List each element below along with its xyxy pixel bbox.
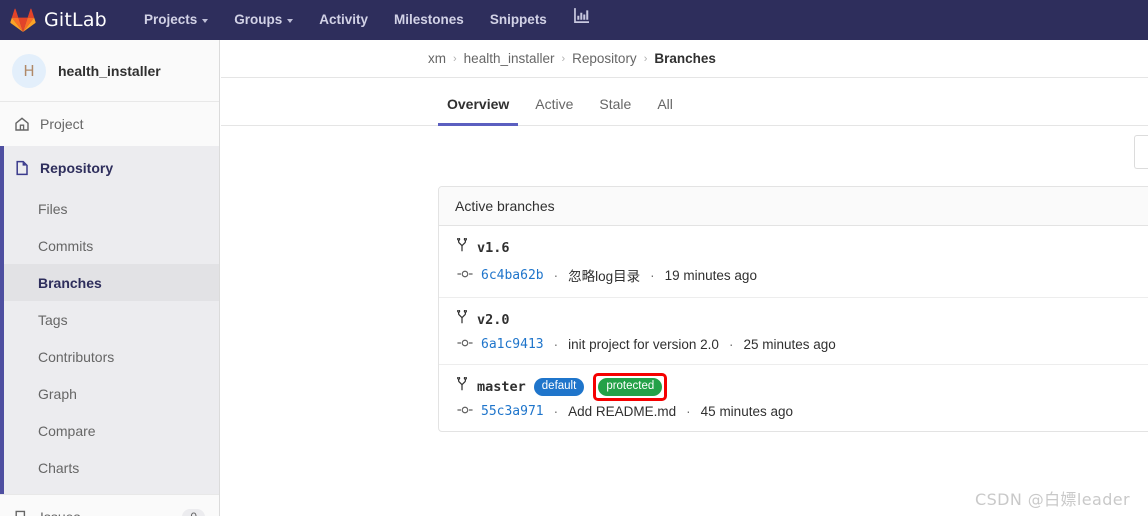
- separator: ·: [553, 267, 559, 283]
- analytics-button[interactable]: [560, 0, 601, 40]
- commit-time: 45 minutes ago: [700, 404, 793, 419]
- active-branches-card: Active branches v1.6 6c4ba62b · 忽略log目录 …: [438, 186, 1148, 432]
- breadcrumb-separator-icon: ›: [453, 52, 457, 65]
- breadcrumb-item-branches: Branches: [654, 51, 716, 66]
- branch-row: master default protected 55c3a971 · Add …: [439, 365, 1148, 431]
- tab-active[interactable]: Active: [526, 96, 582, 126]
- avatar: H: [12, 53, 46, 88]
- branch-name[interactable]: master: [477, 379, 526, 395]
- gitlab-home-link[interactable]: GitLab: [10, 8, 107, 32]
- separator: ·: [650, 267, 655, 283]
- branch-name-line: v2.0: [455, 309, 1148, 330]
- commit-time: 19 minutes ago: [664, 267, 757, 283]
- sidebar-item-compare[interactable]: Compare: [4, 412, 219, 449]
- status-badge-protected: protected: [598, 377, 663, 397]
- separator: ·: [728, 337, 734, 352]
- repository-subnav: Files Commits Branches Tags Contributors…: [0, 190, 219, 494]
- tab-all[interactable]: All: [648, 96, 682, 126]
- sidebar-item-branches[interactable]: Branches: [4, 264, 219, 301]
- breadcrumb: xm › health_installer › Repository › Bra…: [221, 40, 1148, 78]
- branch-row: v1.6 6c4ba62b · 忽略log目录 · 19 minutes ago: [439, 226, 1148, 298]
- commit-sha-link[interactable]: 6c4ba62b: [481, 268, 544, 283]
- branch-name-line: master default protected: [455, 372, 1148, 402]
- chevron-down-icon: [202, 19, 209, 23]
- sidebar-item-repository[interactable]: Repository: [0, 146, 219, 190]
- sidebar-item-issues-content: Issues: [14, 509, 80, 516]
- branch-filter-tabs: Overview Active Stale All: [221, 78, 1148, 126]
- tab-stale[interactable]: Stale: [590, 96, 640, 126]
- branch-commit-line: 55c3a971 · Add README.md · 45 minutes ag…: [455, 404, 1148, 419]
- main-content: xm › health_installer › Repository › Bra…: [221, 40, 1148, 516]
- commit-node-icon: [457, 268, 473, 283]
- issues-icon: [14, 509, 30, 516]
- breadcrumb-item-repository[interactable]: Repository: [572, 51, 637, 66]
- sidebar-item-tags[interactable]: Tags: [4, 301, 219, 338]
- status-badge-default: default: [533, 377, 585, 397]
- watermark: CSDN @白嫖leader: [975, 490, 1130, 509]
- nav-link-activity[interactable]: Activity: [306, 0, 381, 40]
- gitlab-fox-logo-icon: [10, 8, 36, 32]
- sidebar-item-charts[interactable]: Charts: [4, 449, 219, 486]
- nav-link-groups-label: Groups: [234, 12, 283, 27]
- branch-commit-line: 6a1c9413 · init project for version 2.0 …: [455, 337, 1148, 352]
- nav-link-projects[interactable]: Projects: [131, 0, 221, 40]
- branch-fork-icon: [455, 309, 469, 330]
- left-sidebar: H health_installer Project Repository Fi…: [0, 40, 220, 516]
- breadcrumb-item-group[interactable]: xm: [428, 51, 446, 66]
- separator: ·: [553, 337, 559, 352]
- tab-overview[interactable]: Overview: [438, 96, 519, 126]
- card-header-title: Active branches: [439, 187, 1148, 226]
- branch-name[interactable]: v2.0: [477, 312, 510, 328]
- nav-link-milestones[interactable]: Milestones: [381, 0, 477, 40]
- branch-name[interactable]: v1.6: [477, 240, 510, 256]
- overflow-edge-button[interactable]: [1134, 135, 1148, 169]
- brand-name: GitLab: [44, 9, 107, 31]
- commit-message[interactable]: init project for version 2.0: [568, 337, 719, 352]
- branch-name-line: v1.6: [455, 237, 1148, 258]
- sidebar-item-project[interactable]: Project: [0, 102, 219, 146]
- top-navbar: GitLab Projects Groups Activity Mileston…: [0, 0, 1148, 40]
- navbar-links: Projects Groups Activity Milestones Snip…: [131, 0, 601, 40]
- branch-fork-icon: [455, 237, 469, 258]
- sidebar-item-files[interactable]: Files: [4, 190, 219, 227]
- chevron-down-icon: [287, 19, 294, 23]
- sidebar-item-repository-label: Repository: [40, 160, 114, 176]
- commit-time: 25 minutes ago: [743, 337, 836, 352]
- commit-message[interactable]: 忽略log目录: [568, 265, 640, 285]
- sidebar-item-issues-label: Issues: [40, 509, 80, 516]
- nav-link-projects-label: Projects: [143, 12, 198, 27]
- separator: ·: [553, 404, 559, 419]
- home-icon: [14, 116, 30, 132]
- commit-sha-link[interactable]: 6a1c9413: [481, 337, 544, 352]
- sidebar-item-project-label: Project: [40, 116, 84, 132]
- branch-commit-line: 6c4ba62b · 忽略log目录 · 19 minutes ago: [455, 265, 1148, 285]
- sidebar-item-graph[interactable]: Graph: [4, 375, 219, 412]
- nav-link-groups[interactable]: Groups: [221, 0, 306, 40]
- separator: ·: [686, 404, 691, 419]
- issues-count-badge: 0: [182, 508, 205, 516]
- nav-link-snippets[interactable]: Snippets: [477, 0, 560, 40]
- breadcrumb-separator-icon: ›: [561, 52, 566, 65]
- branch-row: v2.0 6a1c9413 · init project for version…: [439, 298, 1148, 365]
- breadcrumb-separator-icon: ›: [643, 52, 648, 65]
- commit-node-icon: [457, 404, 473, 419]
- commit-message[interactable]: Add README.md: [568, 404, 676, 419]
- chart-icon: [572, 0, 589, 40]
- project-header[interactable]: H health_installer: [0, 40, 219, 102]
- annotation-rectangle: protected: [593, 372, 668, 402]
- project-name: health_installer: [58, 62, 161, 79]
- document-icon: [14, 160, 30, 176]
- branch-fork-icon: [455, 376, 469, 397]
- sidebar-item-commits[interactable]: Commits: [4, 227, 219, 264]
- commit-sha-link[interactable]: 55c3a971: [481, 404, 544, 419]
- commit-node-icon: [457, 337, 473, 352]
- sidebar-item-contributors[interactable]: Contributors: [4, 338, 219, 375]
- sidebar-item-issues[interactable]: Issues 0: [0, 494, 219, 516]
- breadcrumb-item-project[interactable]: health_installer: [464, 51, 555, 66]
